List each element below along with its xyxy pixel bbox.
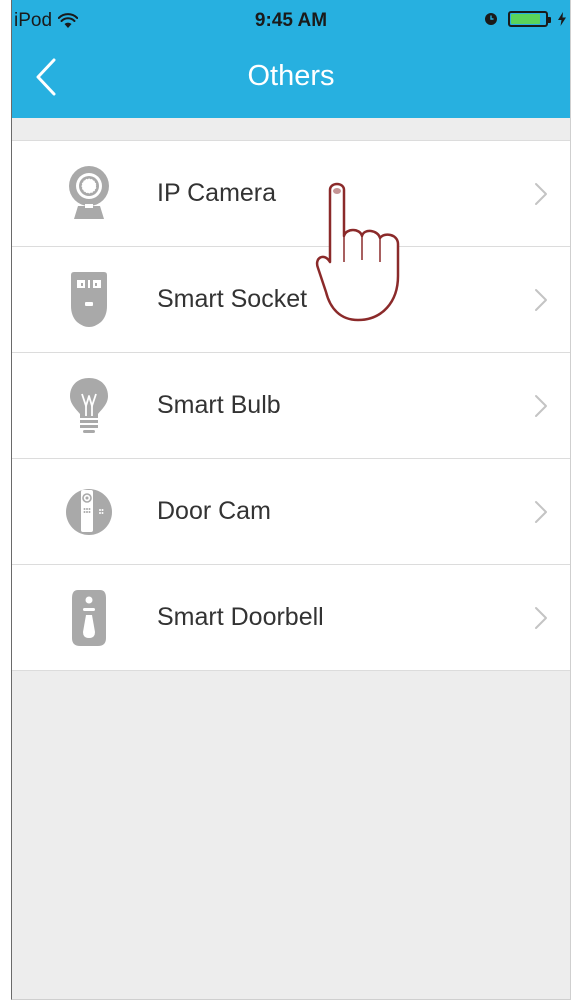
item-label: Smart Bulb — [157, 391, 281, 419]
item-label: Smart Doorbell — [157, 603, 324, 631]
status-bar: iPod 9:45 AM — [12, 0, 570, 40]
phone-screen: iPod 9:45 AM Others IP Camera Smart Sock… — [11, 0, 571, 1000]
item-label: IP Camera — [157, 179, 277, 207]
ip-camera-icon — [69, 165, 109, 219]
list-item-smart-socket[interactable]: Smart Socket — [12, 247, 570, 353]
door-cam-icon — [66, 488, 112, 535]
list-item-door-cam[interactable]: Door Cam — [12, 459, 570, 565]
smart-socket-icon — [71, 271, 107, 327]
page-title: Others — [247, 60, 335, 92]
device-list: IP Camera Smart Socket Smart Bulb Door C… — [12, 140, 570, 671]
list-item-ip-camera[interactable]: IP Camera — [12, 141, 570, 247]
list-item-smart-bulb[interactable]: Smart Bulb — [12, 353, 570, 459]
smart-bulb-icon — [70, 377, 108, 433]
status-right-group — [484, 11, 566, 27]
chevron-right-icon — [535, 606, 547, 629]
battery-icon — [508, 11, 551, 27]
battery-nub — [548, 17, 551, 23]
chevron-right-icon — [535, 182, 547, 205]
chevron-right-icon — [535, 288, 547, 311]
battery-fill — [511, 14, 540, 24]
chevron-right-icon — [535, 394, 547, 417]
app-header: iPod 9:45 AM Others — [12, 0, 570, 118]
alarm-icon — [485, 13, 497, 25]
nav-bar: Others — [12, 40, 570, 118]
item-label: Door Cam — [157, 497, 271, 525]
chevron-right-icon — [535, 500, 547, 523]
item-label: Smart Socket — [157, 285, 308, 313]
list-item-smart-doorbell[interactable]: Smart Doorbell — [12, 565, 570, 670]
charging-icon — [558, 12, 566, 26]
smart-doorbell-icon — [72, 589, 106, 646]
